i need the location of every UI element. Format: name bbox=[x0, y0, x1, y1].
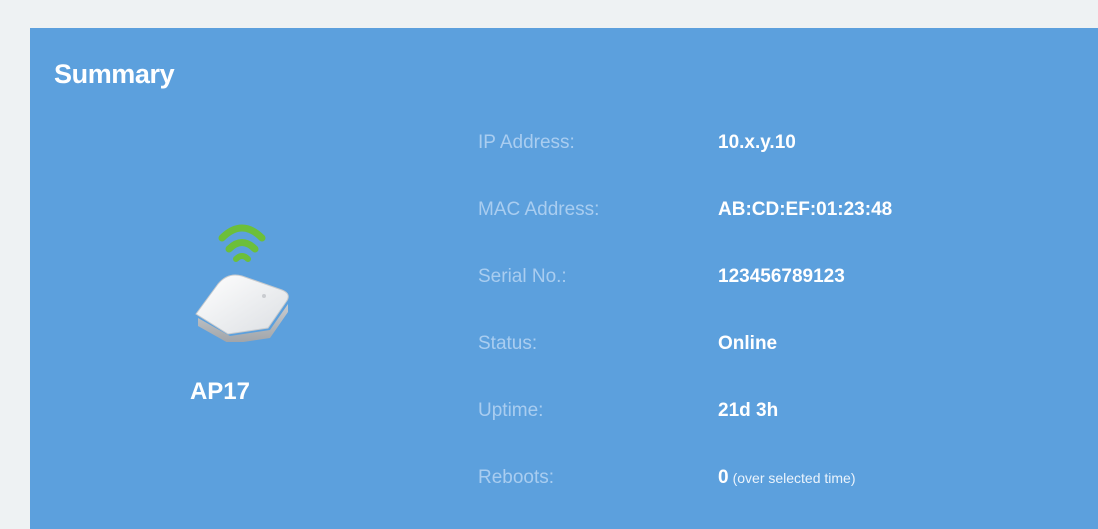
uptime-row: Uptime: 21d 3h bbox=[478, 392, 1038, 432]
serial-number-label: Serial No.: bbox=[478, 266, 567, 287]
reboots-label: Reboots: bbox=[478, 467, 555, 488]
ip-address-value: 10.x.y.10 bbox=[718, 132, 796, 153]
mac-address-label: MAC Address: bbox=[478, 199, 600, 220]
reboots-note: (over selected time) bbox=[732, 470, 856, 486]
reboots-value: 0 bbox=[718, 467, 729, 488]
device-name: AP17 bbox=[189, 378, 251, 405]
serial-number-value: 123456789123 bbox=[718, 266, 845, 287]
summary-panel: Summary AP17 IP Address: 10.x.y.10 MAC A… bbox=[30, 28, 1098, 529]
wifi-signal-icon bbox=[218, 224, 266, 262]
uptime-label: Uptime: bbox=[478, 400, 544, 421]
ip-address-row: IP Address: 10.x.y.10 bbox=[478, 124, 1038, 164]
reboots-row: Reboots: 0 (over selected time) bbox=[478, 459, 1038, 499]
serial-number-row: Serial No.: 123456789123 bbox=[478, 258, 1038, 298]
uptime-value: 21d 3h bbox=[718, 400, 779, 421]
status-value: Online bbox=[718, 333, 778, 354]
status-label: Status: bbox=[478, 333, 538, 354]
mac-address-row: MAC Address: AB:CD:EF:01:23:48 bbox=[478, 191, 1038, 231]
summary-title: Summary bbox=[54, 59, 175, 89]
access-point-icon bbox=[195, 224, 289, 342]
reboots-value-group: 0 (over selected time) bbox=[718, 467, 856, 489]
mac-address-value: AB:CD:EF:01:23:48 bbox=[718, 199, 893, 220]
ip-address-label: IP Address: bbox=[478, 132, 575, 153]
status-row: Status: Online bbox=[478, 325, 1038, 365]
